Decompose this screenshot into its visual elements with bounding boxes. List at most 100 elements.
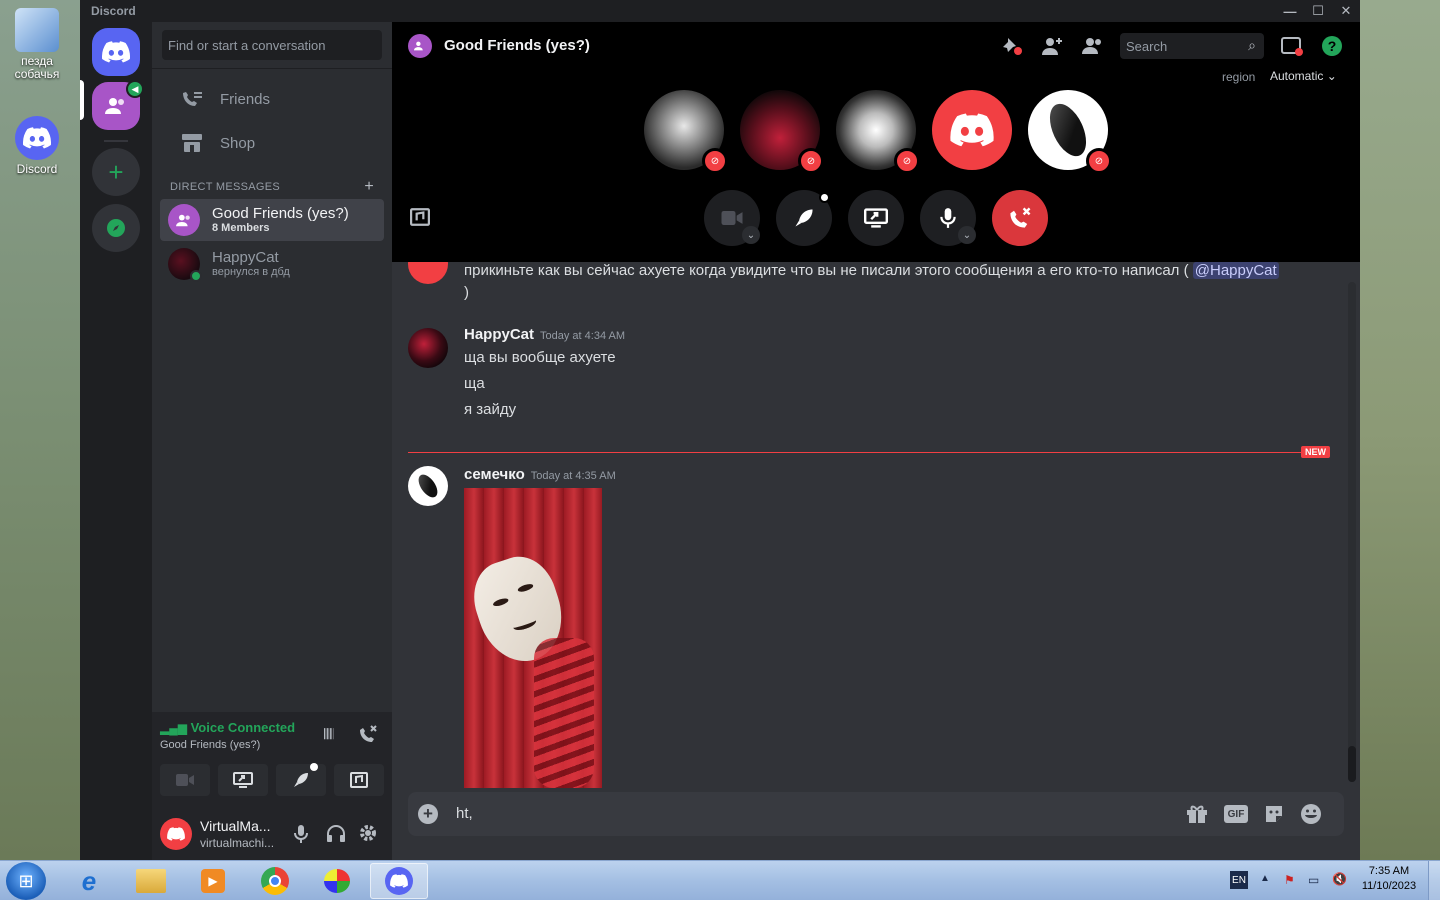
call-screen-share-button[interactable] [848,190,904,246]
voice-channel-name[interactable]: Good Friends (yes?) [160,739,260,751]
chevron-down-icon[interactable]: ⌄ [742,226,760,244]
pinned-messages-button[interactable] [1000,34,1024,58]
search-placeholder: Search [1126,39,1168,54]
create-dm-plus-icon[interactable]: + [364,179,374,195]
attach-button[interactable]: + [418,804,438,824]
gift-button[interactable] [1186,804,1208,829]
headphones-icon [327,825,345,842]
user-avatar[interactable] [160,818,192,850]
call-disconnect-button[interactable] [992,190,1048,246]
screen-share-icon [864,208,888,228]
region-select[interactable]: Automatic ⌄ [1270,69,1337,83]
nav-shop[interactable]: Shop [160,121,384,165]
desktop-wallpaper-right [1360,0,1440,860]
language-indicator[interactable]: EN [1230,871,1248,889]
taskbar-ie[interactable]: e [60,863,118,899]
scrollbar-thumb[interactable] [1348,746,1356,782]
noise-suppression-button[interactable]: 𝄃𝄃𝄃 [324,726,333,743]
show-hidden-icons-button[interactable]: ▲ [1260,873,1270,884]
taskbar-chrome[interactable] [246,863,304,899]
happycat-avatar[interactable] [408,328,448,368]
settings-button[interactable] [358,823,378,848]
main-area: Good Friends (yes?) Search ⌕ ? region Au… [392,22,1360,860]
message-author[interactable]: семечко [464,466,525,483]
volume-muted-icon[interactable]: 🔇 [1332,872,1347,886]
sticker-button[interactable] [1264,804,1284,829]
divider [152,68,392,69]
group-icon [414,41,423,51]
call-title: Good Friends (yes?) [444,37,590,54]
nav-friends[interactable]: Friends [160,77,384,121]
maximize-button[interactable]: ☐ [1304,0,1332,22]
soundboard-toggle-button[interactable] [410,208,430,231]
signal-icon: ▂▄▆ [160,721,187,735]
discord-logo-icon [167,827,185,841]
internet-explorer-icon: e [81,865,97,896]
message-line: ща [464,375,485,392]
network-icon[interactable]: ▭ [1308,873,1319,887]
gift-icon [1187,805,1207,823]
dm-search-input[interactable]: Find or start a conversation [162,30,382,60]
user-panel: VirtualMa... virtualmachi... [152,808,392,860]
explore-button[interactable] [92,204,140,252]
phone-hangup-icon [360,725,377,742]
scrollbar[interactable] [1348,282,1356,782]
message-input[interactable]: ht, [456,805,1156,822]
add-server-button[interactable]: + [92,148,140,196]
participant-avatar-4[interactable]: ⊘ [1028,90,1112,174]
participant-avatar-3[interactable]: ⊘ [836,90,920,174]
gear-icon [360,825,376,841]
start-button[interactable]: ⊞ [6,862,46,900]
mute-button[interactable] [294,824,308,849]
clock[interactable]: 7:35 AM 11/10/2023 [1356,865,1422,892]
semechko-avatar[interactable] [408,466,448,506]
call-view: Good Friends (yes?) Search ⌕ ? region Au… [392,22,1360,262]
participant-avatar-1[interactable]: ⊘ [644,90,728,174]
message-line: ща вы вообще ахуете [464,349,616,366]
group-avatar [168,204,200,236]
deafened-icon: ⊘ [798,148,824,174]
inbox-button[interactable] [1280,34,1304,58]
media-player-icon: ▶ [201,869,225,893]
activity-button[interactable] [276,763,326,796]
disconnect-button[interactable] [358,724,378,749]
taskbar-media-player[interactable]: ▶ [184,863,242,899]
soundboard-button[interactable] [334,764,384,796]
taskbar-discord[interactable] [370,863,428,899]
soundwave-icon: 𝄃𝄃𝄃 [324,726,334,742]
participant-avatar-self[interactable] [932,90,1012,170]
deafen-button[interactable] [326,824,346,847]
screen-share-button[interactable] [218,764,268,796]
chevron-up-icon: ▲ [1260,873,1270,884]
message-author[interactable]: HappyCat [464,326,534,343]
call-camera-button[interactable]: ⌄ [704,190,760,246]
minimize-button[interactable]: — [1276,0,1304,22]
call-mic-button[interactable]: ⌄ [920,190,976,246]
gif-button[interactable]: GIF [1224,805,1248,823]
show-desktop-button[interactable] [1428,861,1440,900]
desktop-icon-discord[interactable]: Discord [6,116,68,176]
dm-item-happycat[interactable]: HappyCat вернулся в дбд [160,243,384,285]
user-mention[interactable]: @HappyCat [1192,262,1279,279]
call-search-input[interactable]: Search ⌕ [1120,33,1264,59]
call-activity-button[interactable] [776,190,832,246]
image-attachment[interactable] [464,488,602,788]
user-name: VirtualMa... [200,818,271,834]
emoji-button[interactable] [1300,803,1322,830]
phone-hangup-icon [1010,207,1031,228]
chevron-down-icon[interactable]: ⌄ [958,226,976,244]
add-friends-button[interactable] [1040,34,1064,58]
desktop-icon-computer[interactable]: пезда собачья [6,8,68,81]
taskbar-explorer[interactable] [122,863,180,899]
home-button[interactable] [92,28,140,76]
group-dm-button[interactable]: ◀ [92,80,144,130]
participant-avatar-2[interactable]: ⊘ [740,90,824,174]
action-center-icon[interactable]: ⚑ [1284,873,1295,887]
dm-item-good-friends[interactable]: Good Friends (yes?) 8 Members [160,199,384,241]
close-button[interactable]: ✕ [1332,0,1360,22]
taskbar-paint[interactable] [308,863,366,899]
help-button[interactable]: ? [1320,34,1344,58]
camera-button[interactable] [160,764,210,796]
folder-icon [136,869,166,893]
member-list-button[interactable] [1080,34,1104,58]
